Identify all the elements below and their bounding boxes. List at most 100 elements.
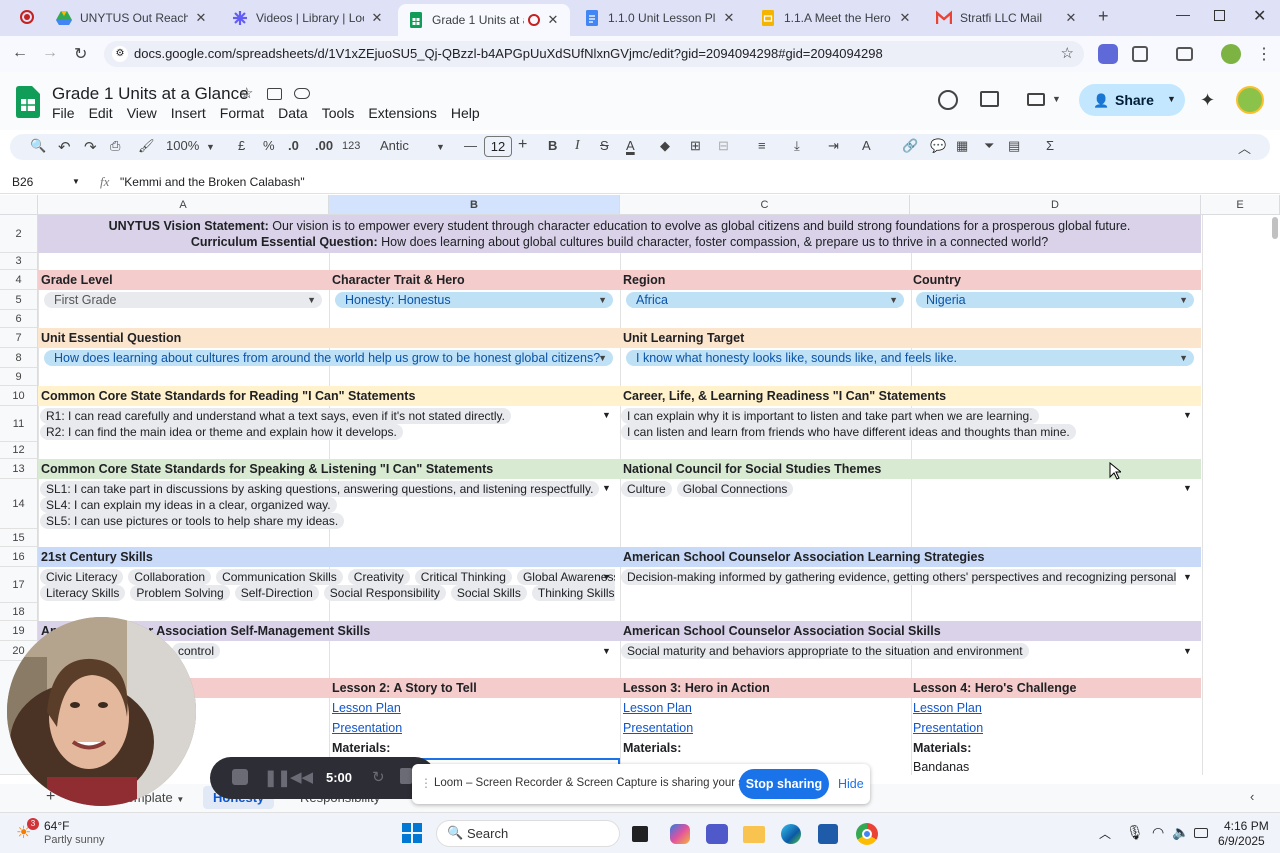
comments-icon[interactable] [980, 91, 999, 107]
dropdown-arrow-icon[interactable]: ▼ [602, 646, 611, 656]
formula-input[interactable]: "Kemmi and the Broken Calabash" [120, 175, 305, 189]
zoom-dropdown-icon[interactable]: ▼ [206, 142, 215, 152]
row-header[interactable]: 13 [0, 459, 38, 479]
column-header-d[interactable]: D [910, 195, 1201, 215]
dropdown-arrow-icon[interactable]: ▼ [1183, 646, 1192, 656]
asca-self-management-cell[interactable]: control [172, 643, 225, 659]
star-icon[interactable]: ☆ [240, 84, 253, 102]
row-header[interactable]: 14 [0, 479, 38, 529]
row-header[interactable]: 4 [0, 270, 38, 290]
browser-tab-loom[interactable]: Videos | Library | Loom ✕ [222, 4, 394, 32]
lesson-3-header[interactable]: Lesson 3: Hero in Action [620, 678, 773, 698]
row-header[interactable]: 15 [0, 529, 38, 547]
browser-tab-slides[interactable]: 1.1.A Meet the Hero Pre ✕ [750, 4, 922, 32]
sheets-logo-icon[interactable] [16, 86, 40, 118]
clock-time[interactable]: 4:16 PM [1224, 819, 1269, 833]
functions-icon[interactable]: Σ [1046, 138, 1054, 153]
bold-icon[interactable]: B [548, 138, 557, 153]
row-header[interactable]: 2 [0, 215, 38, 253]
url-input[interactable]: ⚙ docs.google.com/spreadsheets/d/1V1xZEj… [104, 41, 1084, 67]
close-window-icon[interactable]: ✕ [1253, 6, 1266, 26]
menu-file[interactable]: File [52, 105, 75, 121]
strikethrough-icon[interactable]: S [600, 138, 609, 153]
menu-tools[interactable]: Tools [322, 105, 355, 121]
vertical-align-icon[interactable]: ⤓ [794, 138, 800, 154]
row-header[interactable]: 17 [0, 567, 38, 603]
clock-date[interactable]: 6/9/2025 [1218, 834, 1265, 848]
name-box[interactable]: B26 [12, 175, 33, 189]
history-icon[interactable] [938, 90, 958, 110]
insert-comment-icon[interactable]: 💬 [930, 138, 946, 154]
unit-essential-question-header[interactable]: Unit Essential Question [38, 328, 184, 348]
browser-tab-unytus[interactable]: UNYTUS Out Reach - UN ✕ [46, 4, 218, 32]
close-tab-icon[interactable]: ✕ [1064, 10, 1078, 26]
ccss-speaking-header[interactable]: Common Core State Standards for Speaking… [38, 459, 496, 479]
unit-essential-question-dropdown[interactable]: How does learning about cultures from ar… [44, 350, 613, 366]
row-header[interactable]: 3 [0, 253, 38, 270]
row-header[interactable]: 16 [0, 547, 38, 567]
filter-icon[interactable]: ⏷ [984, 138, 994, 154]
decrease-font-size-icon[interactable]: — [464, 138, 477, 153]
close-tab-icon[interactable]: ✕ [722, 10, 736, 26]
lesson-4-header[interactable]: Lesson 4: Hero's Challenge [910, 678, 1079, 698]
column-header-c[interactable]: C [620, 195, 910, 215]
speaking-standards-cell[interactable]: SL1: I can take part in discussions by a… [40, 481, 615, 529]
loom-rewind-icon[interactable]: ◀◀ [290, 768, 313, 786]
dropdown-arrow-icon[interactable]: ▼ [1183, 410, 1192, 420]
career-readiness-header[interactable]: Career, Life, & Learning Readiness "I Ca… [620, 386, 949, 406]
vertical-scrollbar[interactable] [1270, 215, 1280, 775]
fill-color-icon[interactable]: ◆ [660, 138, 670, 154]
unit-learning-target-dropdown[interactable]: I know what honesty looks like, sounds l… [626, 350, 1194, 366]
grade-level-dropdown[interactable]: First Grade ▼ [44, 292, 322, 308]
copilot-icon[interactable] [670, 824, 690, 844]
row-header[interactable]: 7 [0, 328, 38, 348]
italic-icon[interactable]: I [575, 138, 580, 154]
ccss-reading-header[interactable]: Common Core State Standards for Reading … [38, 386, 418, 406]
vertical-scrollbar-thumb[interactable] [1272, 217, 1278, 239]
ncss-themes-cell[interactable]: Culture Global Connections [621, 481, 1191, 497]
character-trait-header[interactable]: Character Trait & Hero [329, 270, 468, 290]
borders-icon[interactable]: ⊞ [690, 138, 701, 154]
redo-icon[interactable]: ↷ [84, 138, 97, 156]
asca-learning-strategies-cell[interactable]: Decision-making informed by gathering ev… [621, 569, 1176, 585]
21st-century-skills-cell[interactable]: Civic Literacy Collaboration Communication… [40, 569, 615, 601]
show-hidden-icons[interactable]: ︿ [1099, 825, 1111, 842]
column-header-a[interactable]: A [38, 195, 329, 215]
drag-handle-icon[interactable]: ⋮ [420, 776, 432, 790]
font-dropdown-icon[interactable]: ▼ [436, 142, 445, 152]
asca-social-skills-header[interactable]: American School Counselor Association So… [620, 621, 944, 641]
unit-learning-target-header[interactable]: Unit Learning Target [620, 328, 747, 348]
doc-title[interactable]: Grade 1 Units at a Glance [52, 84, 249, 104]
share-button[interactable]: 👤 Share ▼ [1079, 84, 1185, 116]
text-color-icon[interactable]: A [626, 138, 635, 153]
gemini-icon[interactable]: ✦ [1200, 90, 1215, 111]
file-explorer-icon[interactable] [743, 826, 765, 843]
taskbar-search-box[interactable]: 🔍 Search [436, 820, 620, 847]
start-button-icon[interactable] [402, 823, 422, 843]
browser-tab-sheets[interactable]: Grade 1 Units at a Gl ✕ [398, 4, 570, 36]
lesson-2-header[interactable]: Lesson 2: A Story to Tell [329, 678, 480, 698]
dropdown-arrow-icon[interactable]: ▼ [602, 572, 611, 582]
menu-extensions[interactable]: Extensions [368, 105, 436, 121]
wifi-icon[interactable]: ◠ [1152, 824, 1164, 841]
edge-icon[interactable] [781, 824, 801, 844]
menu-edit[interactable]: Edit [89, 105, 113, 121]
task-view-icon[interactable] [632, 826, 648, 842]
name-box-dropdown-icon[interactable]: ▼ [72, 177, 80, 186]
character-trait-dropdown[interactable]: Honesty: Honestus ▼ [335, 292, 613, 308]
country-dropdown[interactable]: Nigeria ▼ [916, 292, 1194, 308]
font-family-select[interactable]: Antic [380, 138, 409, 153]
zoom-select[interactable]: 100% [166, 138, 199, 153]
share-dropdown-icon[interactable]: ▼ [1167, 94, 1176, 104]
sheet-tab-menu-icon[interactable]: ▼ [176, 795, 184, 804]
store-icon[interactable] [818, 824, 838, 844]
vision-statement-cell[interactable]: UNYTUS Vision Statement: Our vision is t… [38, 215, 1201, 253]
column-header-e[interactable]: E [1201, 195, 1280, 215]
close-tab-icon[interactable]: ✕ [546, 12, 560, 28]
search-menus-icon[interactable]: 🔍 [30, 138, 46, 154]
browser-tab-docs[interactable]: 1.1.0 Unit Lesson Plans: H ✕ [574, 4, 746, 32]
insert-link-icon[interactable]: 🔗 [902, 138, 918, 154]
lesson-4-materials-item[interactable]: Bandanas [913, 760, 969, 774]
row-header[interactable]: 6 [0, 310, 38, 328]
column-header-b[interactable]: B [329, 195, 620, 215]
